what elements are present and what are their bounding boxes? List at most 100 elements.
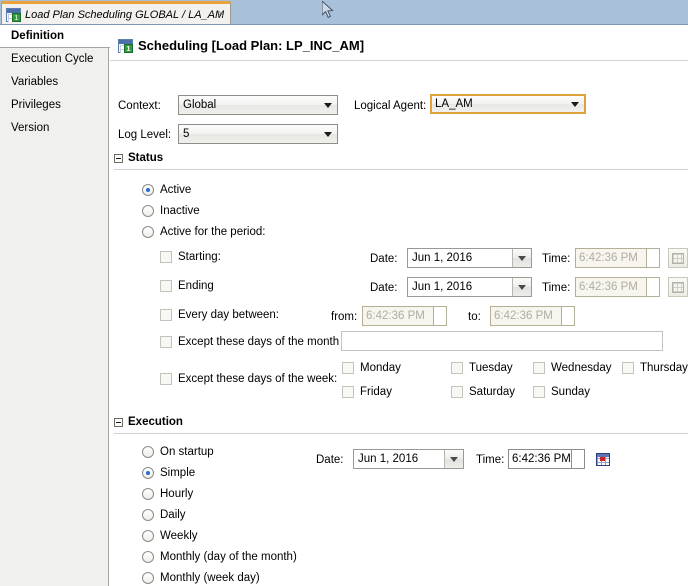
sidebar-item-label: Privileges (11, 99, 61, 111)
sidebar-item-label: Execution Cycle (11, 53, 94, 65)
checkbox-label: Except these days of the week: (178, 373, 338, 385)
radio-active-for-period[interactable]: Active for the period: (142, 226, 265, 238)
spinner-buttons[interactable] (647, 248, 660, 268)
starting-time-value[interactable]: 6:42:36 PM (575, 248, 647, 268)
every-day-to-spinner[interactable]: 6:42:36 PM (490, 306, 575, 326)
checkbox-label: Starting: (178, 251, 221, 263)
execution-time-value[interactable]: 6:42:36 PM (508, 449, 572, 469)
radio-hourly[interactable]: Hourly (142, 488, 193, 500)
tab-load-plan-scheduling[interactable]: 1 Load Plan Scheduling GLOBAL / LA_AM × (1, 1, 231, 25)
log-level-dropdown[interactable]: 5 (178, 124, 338, 144)
checkbox-wednesday[interactable]: Wednesday (533, 362, 612, 374)
radio-label: Monthly (week day) (160, 572, 260, 584)
ending-calendar-picker-icon[interactable] (668, 277, 688, 297)
spinner-buttons[interactable] (562, 306, 575, 326)
sidebar-item-version[interactable]: Version (0, 117, 108, 140)
sidebar-item-execution-cycle[interactable]: Execution Cycle (0, 48, 108, 71)
ending-date-value: Jun 1, 2016 (412, 281, 473, 293)
log-level-value: 5 (183, 128, 190, 140)
collapse-icon[interactable] (114, 417, 123, 427)
tab-strip: 1 Load Plan Scheduling GLOBAL / LA_AM × (0, 0, 688, 25)
radio-label: Active for the period: (160, 226, 266, 238)
execution-date-dropdown[interactable]: Jun 1, 2016 (353, 449, 464, 469)
chevron-down-icon (518, 285, 526, 290)
checkbox-icon (622, 362, 634, 374)
execution-calendar-picker-icon[interactable] (593, 449, 613, 469)
tab-label: Load Plan Scheduling GLOBAL / LA_AM (25, 8, 225, 21)
radio-label: On startup (160, 446, 214, 458)
ending-time-spinner[interactable]: 6:42:36 PM (575, 277, 660, 297)
execution-date-label: Date: (316, 454, 344, 466)
radio-weekly[interactable]: Weekly (142, 530, 198, 542)
checkbox-icon (160, 280, 172, 292)
context-dropdown[interactable]: Global (178, 95, 338, 115)
checkbox-except-days-of-week[interactable]: Except these days of the week: (160, 373, 337, 385)
radio-icon (142, 572, 154, 584)
sidebar-item-label: Version (11, 122, 50, 134)
except-days-of-month-input[interactable] (341, 331, 663, 351)
radio-label: Weekly (160, 530, 198, 542)
checkbox-label: Wednesday (551, 362, 612, 374)
spinner-buttons[interactable] (647, 277, 660, 297)
chevron-down-icon (571, 102, 579, 107)
execution-section-title: Execution (128, 416, 183, 428)
radio-label: Inactive (160, 205, 200, 217)
sidebar-item-privileges[interactable]: Privileges (0, 94, 108, 117)
collapse-icon[interactable] (114, 153, 123, 163)
checkbox-icon (451, 362, 463, 374)
log-level-label: Log Level: (118, 129, 172, 141)
spinner-buttons[interactable] (572, 449, 585, 469)
execution-time-label: Time: (476, 454, 505, 466)
radio-active[interactable]: Active (142, 184, 191, 196)
radio-monthly-day-of-month[interactable]: Monthly (day of the month) (142, 551, 297, 563)
radio-label: Active (160, 184, 192, 196)
logical-agent-dropdown[interactable]: LA_AM (430, 94, 586, 114)
checkbox-ending[interactable]: Ending (160, 280, 214, 292)
checkbox-tuesday[interactable]: Tuesday (451, 362, 513, 374)
every-day-from-value[interactable]: 6:42:36 PM (362, 306, 434, 326)
checkbox-sunday[interactable]: Sunday (533, 386, 590, 398)
checkbox-friday[interactable]: Friday (342, 386, 392, 398)
sidebar-item-definition[interactable]: Definition (0, 25, 110, 48)
radio-daily[interactable]: Daily (142, 509, 186, 521)
radio-icon (142, 226, 154, 238)
sidebar-item-variables[interactable]: Variables (0, 71, 108, 94)
radio-label: Hourly (160, 488, 194, 500)
checkbox-every-day-between[interactable]: Every day between: (160, 309, 279, 321)
starting-time-spinner[interactable]: 6:42:36 PM (575, 248, 660, 268)
checkbox-icon (160, 373, 172, 385)
every-day-to-value[interactable]: 6:42:36 PM (490, 306, 562, 326)
sidebar: Definition Execution Cycle Variables Pri… (0, 25, 110, 586)
radio-simple[interactable]: Simple (142, 467, 195, 479)
page-title: 1 Scheduling [Load Plan: LP_INC_AM] (118, 38, 364, 53)
checkbox-starting[interactable]: Starting: (160, 251, 221, 263)
spinner-buttons[interactable] (434, 306, 447, 326)
checkbox-label: Monday (360, 362, 401, 374)
checkbox-thursday[interactable]: Thursday (622, 362, 688, 374)
ending-date-label: Date: (370, 282, 398, 294)
close-icon[interactable]: × (218, 9, 224, 20)
mouse-cursor (322, 1, 334, 19)
ending-time-value[interactable]: 6:42:36 PM (575, 277, 647, 297)
checkbox-label: Saturday (469, 386, 516, 398)
checkbox-except-days-of-month[interactable]: Except these days of the month (160, 336, 339, 348)
execution-time-spinner[interactable]: 6:42:36 PM (508, 449, 585, 469)
radio-icon (142, 530, 154, 542)
calendar-schedule-icon: 1 (118, 38, 133, 53)
ending-date-dropdown[interactable]: Jun 1, 2016 (407, 277, 532, 297)
radio-on-startup[interactable]: On startup (142, 446, 214, 458)
every-day-from-spinner[interactable]: 6:42:36 PM (362, 306, 447, 326)
radio-label: Daily (160, 509, 186, 521)
starting-calendar-picker-icon[interactable] (668, 248, 688, 268)
radio-inactive[interactable]: Inactive (142, 205, 200, 217)
radio-monthly-week-day[interactable]: Monthly (week day) (142, 572, 260, 584)
checkbox-label: Tuesday (469, 362, 513, 374)
checkbox-icon (342, 362, 354, 374)
checkbox-monday[interactable]: Monday (342, 362, 401, 374)
radio-label: Simple (160, 467, 196, 479)
starting-date-dropdown[interactable]: Jun 1, 2016 (407, 248, 532, 268)
status-section-header[interactable]: Status (114, 152, 163, 164)
checkbox-saturday[interactable]: Saturday (451, 386, 515, 398)
checkbox-icon (451, 386, 463, 398)
execution-section-header[interactable]: Execution (114, 416, 183, 428)
